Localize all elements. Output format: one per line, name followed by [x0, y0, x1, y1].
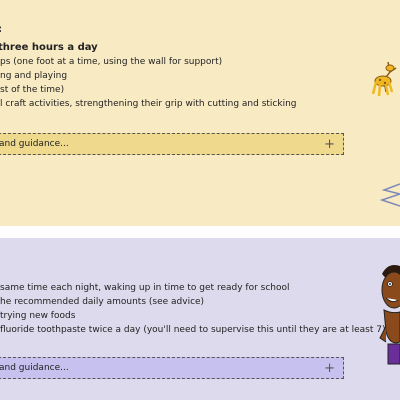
list-item: he recommended daily amounts (see advice… — [0, 297, 205, 307]
list-item: ng and playing — [0, 71, 68, 81]
list-item: trying new foods — [0, 311, 76, 321]
section-divider — [0, 226, 400, 238]
child-illustration — [379, 265, 400, 365]
milestone-list: ps (one foot at a time, using the wall f… — [0, 55, 297, 111]
accordion-label: and guidance... — [0, 363, 69, 373]
section-heading: three hours a day — [0, 42, 98, 53]
list-item: fluoride toothpaste twice a day (you'll … — [0, 325, 386, 335]
list-item: same time each night, waking up in time … — [0, 283, 290, 293]
section-physical-development: : three hours a day ps (one foot at a ti… — [0, 0, 400, 226]
squiggle-decoration — [380, 183, 400, 207]
plus-icon: + — [324, 360, 335, 376]
plus-icon: + — [324, 136, 335, 152]
giraffe-illustration — [371, 61, 397, 97]
list-item: l craft activities, strengthening their … — [0, 99, 297, 109]
accordion-label: and guidance... — [0, 139, 69, 149]
section-heading-fragment: : — [0, 24, 2, 35]
advice-accordion-button[interactable]: and guidance... + — [0, 133, 344, 155]
section-health-routines: same time each night, waking up in time … — [0, 238, 400, 400]
advice-accordion-button[interactable]: and guidance... + — [0, 357, 344, 379]
list-item: st of the time) — [0, 85, 65, 95]
routine-list: same time each night, waking up in time … — [0, 281, 385, 337]
list-item: ps (one foot at a time, using the wall f… — [0, 57, 223, 67]
